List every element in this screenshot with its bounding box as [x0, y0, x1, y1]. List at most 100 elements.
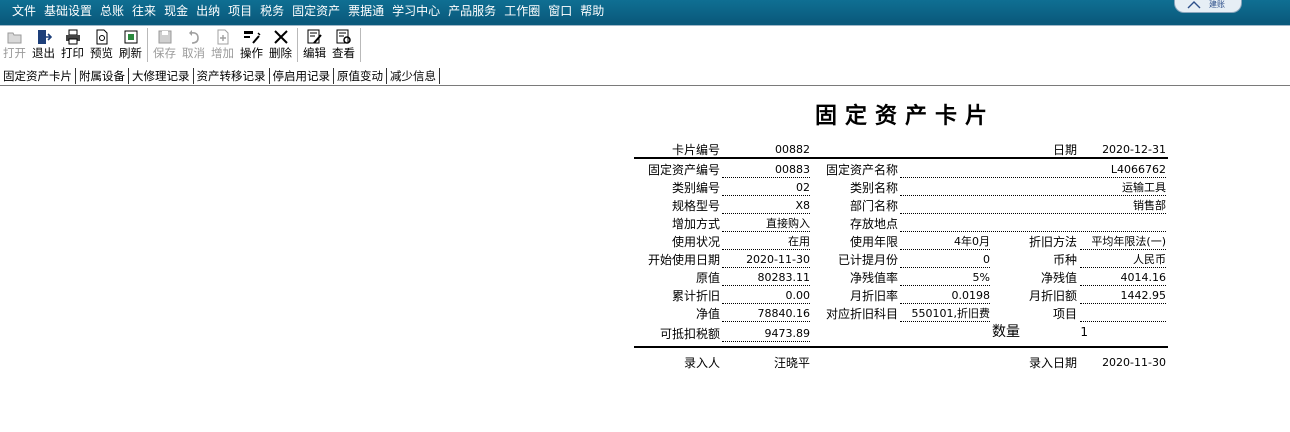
tab-transfer-record[interactable]: 资产转移记录: [194, 68, 270, 84]
tab-reduction-info[interactable]: 减少信息: [387, 68, 440, 84]
asset-no-field[interactable]: 00883: [722, 163, 810, 178]
operate-icon: [243, 28, 261, 46]
category-name-label: 类别名称: [849, 181, 898, 195]
department-field[interactable]: 销售部: [900, 199, 1166, 214]
add-method-field[interactable]: 直接购入: [722, 217, 810, 232]
status-label: 使用状况: [671, 235, 720, 249]
spec-field[interactable]: X8: [722, 199, 810, 214]
card-no-value: 00882: [775, 143, 810, 156]
tab-attached-equipment[interactable]: 附属设备: [76, 68, 129, 84]
refresh-button[interactable]: 刷新: [116, 28, 145, 64]
add-button[interactable]: 增加: [208, 28, 237, 64]
cancel-button[interactable]: 取消: [179, 28, 208, 64]
useful-life-field[interactable]: 4年0月: [900, 235, 990, 250]
location-label: 存放地点: [849, 217, 898, 231]
undo-icon: [185, 28, 203, 46]
menu-cash[interactable]: 现金: [160, 0, 192, 22]
menu-window[interactable]: 窗口: [544, 0, 576, 22]
project-label: 项目: [1052, 307, 1077, 321]
entry-date-value: 2020-11-30: [1102, 356, 1166, 369]
asset-name-label: 固定资产名称: [825, 163, 898, 177]
exit-icon: [35, 28, 53, 46]
delete-x-icon: [272, 28, 290, 46]
menu-basic-settings[interactable]: 基础设置: [40, 0, 96, 22]
salvage-value-label: 净残值: [1040, 271, 1077, 285]
delete-button[interactable]: 删除: [266, 28, 295, 64]
months-label: 已计提月份: [837, 253, 898, 267]
currency-field[interactable]: 人民币: [1080, 253, 1166, 268]
menu-project[interactable]: 项目: [224, 0, 256, 22]
monthly-rate-field[interactable]: 0.0198: [900, 289, 990, 304]
monthly-rate-label: 月折旧率: [849, 289, 898, 303]
operate-button[interactable]: 操作: [237, 28, 266, 64]
dep-method-label: 折旧方法: [1028, 235, 1077, 249]
toolbar-separator: [147, 28, 148, 62]
view-button[interactable]: 查看: [329, 28, 358, 64]
folder-open-icon: [6, 28, 24, 46]
category-name-field[interactable]: 运输工具: [900, 181, 1166, 196]
logo-badge[interactable]: 建账: [1174, 0, 1242, 13]
save-icon: [156, 28, 174, 46]
menu-bills[interactable]: 票据通: [344, 0, 388, 22]
tab-overhaul-record[interactable]: 大修理记录: [129, 68, 194, 84]
print-button[interactable]: 打印: [58, 28, 87, 64]
menu-help[interactable]: 帮助: [576, 0, 608, 22]
salvage-rate-field[interactable]: 5%: [900, 271, 990, 286]
status-field[interactable]: 在用: [722, 235, 810, 250]
net-value-field[interactable]: 78840.16: [722, 307, 810, 322]
menu-workcircle[interactable]: 工作圈: [500, 0, 544, 22]
logo-icon: [1187, 1, 1201, 9]
category-no-field[interactable]: 02: [722, 181, 810, 196]
card-title: 固定资产卡片: [814, 103, 995, 129]
menu-products[interactable]: 产品服务: [444, 0, 500, 22]
acc-dep-field[interactable]: 0.00: [722, 289, 810, 304]
menu-general-ledger[interactable]: 总账: [96, 0, 128, 22]
project-field[interactable]: [1080, 307, 1166, 322]
date-value: 2020-12-31: [1102, 143, 1166, 156]
logo-text: 建账: [1209, 0, 1225, 9]
deductible-tax-field[interactable]: 9473.89: [722, 327, 810, 342]
department-label: 部门名称: [849, 199, 898, 213]
dep-subject-label: 对应折旧科目: [825, 307, 898, 321]
tab-value-change[interactable]: 原值变动: [334, 68, 387, 84]
tab-divider: [0, 85, 1290, 86]
acc-dep-label: 累计折旧: [671, 289, 720, 303]
start-date-field[interactable]: 2020-11-30: [722, 253, 810, 268]
monthly-amount-field[interactable]: 1442.95: [1080, 289, 1166, 304]
menu-tax[interactable]: 税务: [256, 0, 288, 22]
asset-name-field[interactable]: L4066762: [900, 163, 1166, 178]
menu-file[interactable]: 文件: [0, 0, 40, 22]
edit-button[interactable]: 编辑: [300, 28, 329, 64]
salvage-value-field[interactable]: 4014.16: [1080, 271, 1166, 286]
tab-bar: 固定资产卡片 附属设备 大修理记录 资产转移记录 停启用记录 原值变动 减少信息: [0, 68, 440, 84]
original-value-field[interactable]: 80283.11: [722, 271, 810, 286]
card-bottom-rule: [634, 346, 1168, 348]
useful-life-label: 使用年限: [849, 235, 898, 249]
menu-cashier[interactable]: 出纳: [192, 0, 224, 22]
tab-asset-card[interactable]: 固定资产卡片: [0, 68, 76, 84]
entry-person-value: 汪晓平: [773, 356, 810, 370]
dep-subject-field[interactable]: 550101,折旧费: [900, 307, 990, 322]
exit-button[interactable]: 退出: [29, 28, 58, 64]
category-no-label: 类别编号: [671, 181, 720, 195]
deductible-tax-label: 可抵扣税额: [659, 327, 720, 341]
months-field[interactable]: 0: [900, 253, 990, 268]
location-field[interactable]: [900, 217, 1166, 232]
quantity-value: 1: [1080, 325, 1088, 339]
view-icon: [335, 28, 353, 46]
menu-fixed-assets[interactable]: 固定资产: [288, 0, 344, 22]
currency-label: 币种: [1052, 253, 1077, 267]
card-top-rule: [634, 157, 1168, 159]
preview-icon: [93, 28, 111, 46]
open-button[interactable]: 打开: [0, 28, 29, 64]
printer-icon: [64, 28, 82, 46]
menu-learning[interactable]: 学习中心: [388, 0, 444, 22]
tab-suspend-record[interactable]: 停启用记录: [270, 68, 334, 84]
date-label: 日期: [1052, 143, 1077, 157]
menu-accounts[interactable]: 往来: [128, 0, 160, 22]
preview-button[interactable]: 预览: [87, 28, 116, 64]
original-value-label: 原值: [695, 271, 720, 285]
save-button[interactable]: 保存: [150, 28, 179, 64]
quantity-label: 数量: [992, 324, 1020, 340]
dep-method-field[interactable]: 平均年限法(一): [1080, 235, 1166, 250]
